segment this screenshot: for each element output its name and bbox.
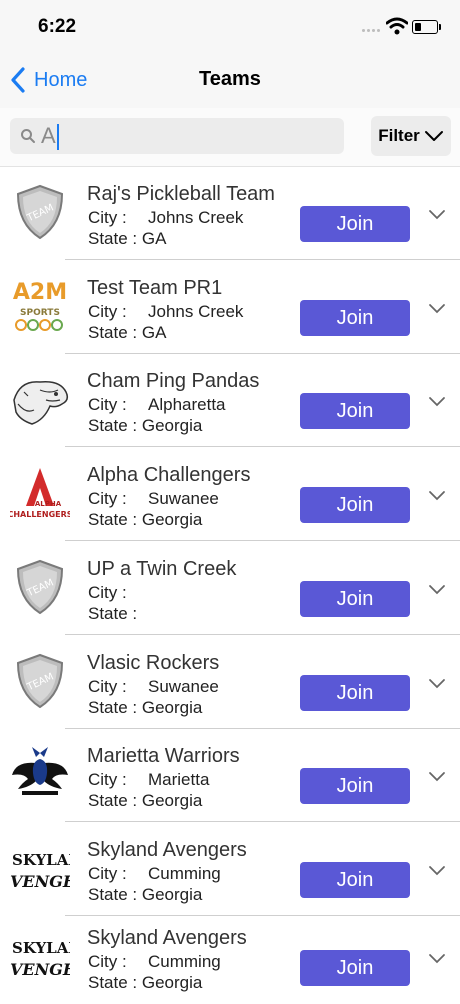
team-shield-logo: TEAM [16,559,64,615]
join-button[interactable]: Join [300,950,410,986]
a2m-sports-logo: A2M SPORTS [13,280,67,331]
svg-text:VENGER: VENGER [10,960,70,979]
chevron-down-icon[interactable] [428,396,446,408]
status-time: 6:22 [38,16,77,37]
search-input[interactable]: A [10,118,344,154]
battery-icon [412,20,441,34]
chevron-down-icon[interactable] [428,584,446,596]
chevron-down-icon[interactable] [428,209,446,221]
team-name: Marietta Warriors [87,745,240,767]
svg-text:SPORTS: SPORTS [20,308,60,318]
team-state: State : [88,604,138,623]
team-city: City : Suwanee [88,489,219,508]
row-divider [65,540,460,541]
search-area: A Filter [0,108,460,167]
team-row[interactable]: TEAM Vlasic Rockers City : Suwanee State … [0,636,460,729]
join-button[interactable]: Join [300,862,410,898]
join-button[interactable]: Join [300,581,410,617]
team-state: State : Georgia [88,698,203,717]
team-city: City : Cumming [88,864,221,883]
filter-button-label: Filter [378,126,420,145]
team-name: Vlasic Rockers [87,652,220,674]
chevron-down-icon[interactable] [428,303,446,315]
team-city: City : [88,583,127,602]
spartan-wings-logo [12,747,68,795]
team-row[interactable]: ALPHA CHALLENGERS Alpha Challengers City… [0,448,460,541]
sketch-animal-logo [13,380,69,425]
status-bar: 6:22 [0,0,460,52]
svg-text:ALPHA: ALPHA [35,500,62,508]
navigation-bar: Home Teams [0,52,460,109]
join-button[interactable]: Join [300,675,410,711]
cellular-signal-icon [362,29,384,35]
svg-text:VENGER: VENGER [10,872,70,891]
text-cursor [56,124,59,151]
row-divider [65,821,460,822]
team-state: State : Georgia [88,973,203,992]
svg-text:CHALLENGERS: CHALLENGERS [10,510,70,519]
team-row[interactable]: Marietta Warriors City : Marietta State :… [0,729,460,822]
row-divider [65,446,460,447]
row-divider [65,259,460,260]
join-button[interactable]: Join [300,393,410,429]
join-button[interactable]: Join [300,768,410,804]
svg-text:A2M: A2M [13,280,67,305]
team-city: City : Johns Creek [88,302,244,321]
team-state: State : Georgia [88,510,203,529]
join-button[interactable]: Join [300,206,410,242]
team-row[interactable]: TEAM UP a Twin Creek City : State : Join [0,542,460,635]
team-city: City : Alpharetta [88,395,226,414]
alpha-challengers-logo: ALPHA CHALLENGERS [10,468,70,519]
team-city: City : Marietta [88,770,210,789]
chevron-down-icon[interactable] [428,771,446,783]
team-name: Raj's Pickleball Team [87,183,275,205]
team-row[interactable]: SKYLAN VENGER Skyland Avengers City :Cum… [0,911,460,1004]
team-name: Skyland Avengers [87,927,247,949]
team-name: Alpha Challengers [87,464,251,486]
page-title: Teams [199,68,261,90]
filter-button[interactable]: Filter [371,116,451,156]
team-row[interactable]: A2M SPORTS Test Team PR1 City : Johns Cre… [0,261,460,354]
join-button[interactable]: Join [300,487,410,523]
team-city: City : Johns Creek [88,208,244,227]
row-divider [65,634,460,635]
search-icon [21,129,35,143]
wifi-icon [386,17,408,35]
team-row[interactable]: SKYLAN VENGER Skyland Avengers City :Cum… [0,823,460,916]
team-row[interactable]: TEAM Raj's Pickleball Team City : Johns C… [0,167,460,260]
team-row[interactable]: Cham Ping Pandas City : Alpharetta State … [0,354,460,447]
team-city: City : Suwanee [88,677,219,696]
chevron-down-icon[interactable] [428,865,446,877]
team-shield-logo: TEAM [16,184,64,240]
svg-text:SKYLAN: SKYLAN [12,851,70,869]
team-name: UP a Twin Creek [87,558,237,580]
skyland-avengers-logo: SKYLAN VENGER [10,851,70,891]
join-button[interactable]: Join [300,300,410,336]
team-name: Skyland Avengers [87,839,247,861]
team-state: State : GA [88,229,167,248]
chevron-down-icon[interactable] [428,953,446,965]
skyland-avengers-logo: SKYLAN VENGER [10,939,70,979]
team-state: State : Georgia [88,416,203,435]
chevron-down-icon [424,131,443,141]
team-state: State : GA [88,323,167,342]
team-shield-logo: TEAM [16,653,64,709]
search-input-value: A [41,123,56,148]
team-city: City : Cumming [88,952,221,971]
chevron-down-icon[interactable] [428,490,446,502]
team-state: State : Georgia [88,791,203,810]
chevron-down-icon[interactable] [428,678,446,690]
team-state: State : Georgia [88,885,203,904]
svg-text:SKYLAN: SKYLAN [12,939,70,957]
team-name: Test Team PR1 [87,277,223,299]
team-name: Cham Ping Pandas [87,370,260,392]
